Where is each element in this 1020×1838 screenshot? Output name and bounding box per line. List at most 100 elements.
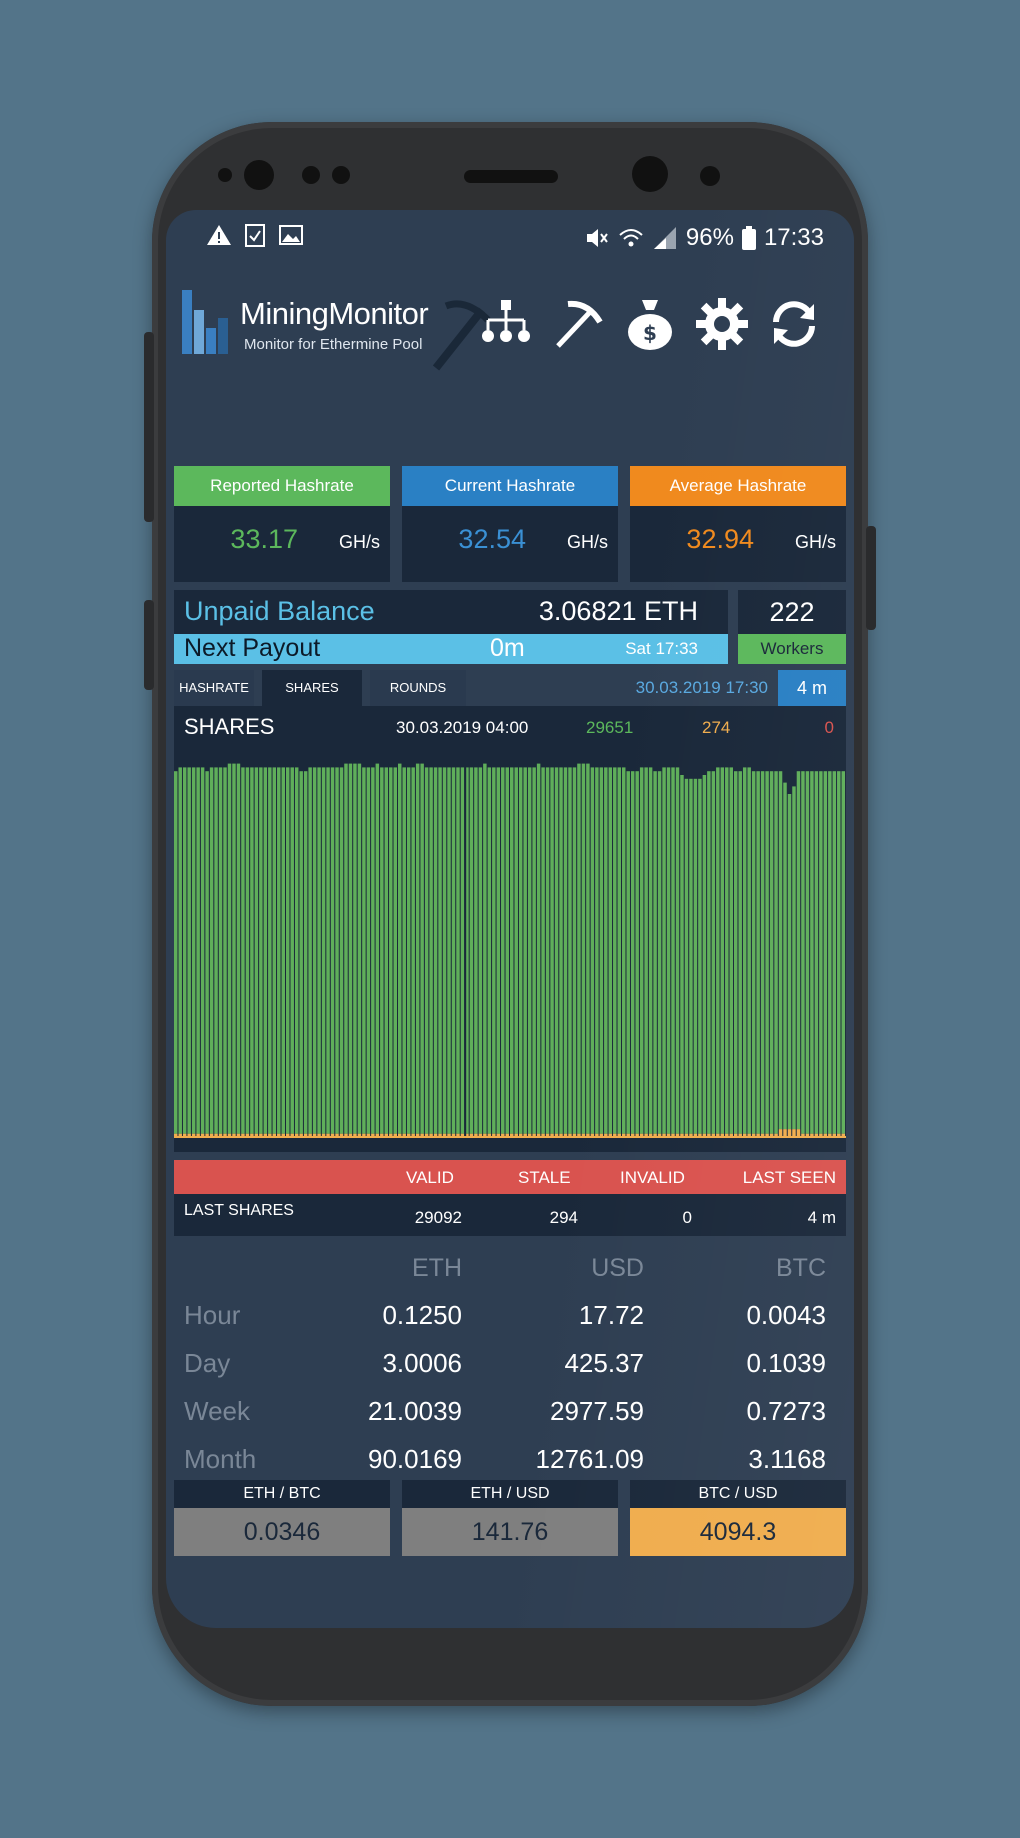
chart-updated-date: 30.03.2019 17:30 bbox=[635, 678, 768, 697]
earnings-usd: 17.72 bbox=[578, 1300, 644, 1330]
stale-share-bar bbox=[760, 1133, 765, 1136]
stale-share-bar bbox=[783, 1129, 787, 1136]
valid-share-bar bbox=[577, 763, 581, 1134]
valid-share-bar bbox=[424, 767, 429, 1134]
earnings-row-label: Week bbox=[184, 1396, 250, 1426]
reported-hashrate-label: Reported Hashrate bbox=[174, 466, 390, 506]
stale-share-bar bbox=[330, 1133, 335, 1136]
valid-share-bar bbox=[209, 767, 214, 1134]
earnings-row-label: Month bbox=[184, 1444, 257, 1474]
valid-share-bar bbox=[734, 771, 738, 1134]
valid-share-bar bbox=[742, 767, 747, 1134]
app-bar: MiningMonitor Monitor for Ethermine Pool… bbox=[166, 270, 854, 380]
valid-share-bar bbox=[532, 767, 536, 1134]
reported-hashrate-card: Reported Hashrate 33.17 GH/s bbox=[174, 466, 390, 582]
stale-share-bar bbox=[716, 1133, 720, 1136]
next-payout-label: Next Payout bbox=[184, 634, 321, 662]
stale-share-bar bbox=[792, 1129, 796, 1136]
money-bag-icon[interactable]: $ bbox=[622, 296, 678, 352]
settings-gear-icon[interactable] bbox=[694, 296, 750, 352]
balance-panel[interactable]: Unpaid Balance 3.06821 ETH Next Payout 0… bbox=[174, 590, 728, 664]
valid-share-bar bbox=[250, 767, 254, 1134]
rate-eth-usd-label: ETH / USD bbox=[402, 1480, 618, 1508]
stale-share-bar bbox=[290, 1133, 294, 1136]
stale-share-bar bbox=[398, 1133, 402, 1136]
shares-bar-chart[interactable] bbox=[174, 756, 846, 1152]
stale-share-bar bbox=[380, 1133, 384, 1136]
valid-share-bar bbox=[312, 767, 317, 1134]
stale-share-bar bbox=[223, 1133, 227, 1136]
valid-share-bar bbox=[693, 778, 698, 1134]
stale-share-bar bbox=[205, 1133, 209, 1136]
stale-share-bar bbox=[326, 1133, 330, 1136]
stale-share-bar bbox=[433, 1133, 438, 1136]
stale-share-bar bbox=[693, 1133, 698, 1136]
valid-share-bar bbox=[375, 763, 380, 1134]
earnings-eth: 0.1250 bbox=[382, 1300, 462, 1330]
stale-share-bar bbox=[505, 1133, 509, 1136]
valid-share-bar bbox=[254, 767, 259, 1134]
stale-share-bar bbox=[178, 1133, 182, 1136]
valid-share-bar bbox=[474, 767, 478, 1134]
valid-share-bar bbox=[828, 771, 832, 1134]
valid-share-bar bbox=[796, 771, 801, 1130]
stale-share-bar bbox=[182, 1133, 187, 1136]
stale-share-bar bbox=[411, 1133, 415, 1136]
stale-share-bar bbox=[335, 1133, 339, 1136]
earnings-btc: 0.1039 bbox=[746, 1348, 826, 1378]
stale-share-bar bbox=[348, 1133, 353, 1136]
tab-rounds[interactable]: ROUNDS bbox=[370, 670, 466, 706]
reported-hashrate-unit: GH/s bbox=[338, 532, 380, 552]
valid-share-bar bbox=[245, 767, 250, 1134]
workers-label: Workers bbox=[738, 634, 846, 664]
image-icon bbox=[279, 225, 303, 245]
rate-eth-usd-value: 141.76 bbox=[402, 1508, 618, 1556]
valid-share-bar bbox=[604, 767, 608, 1134]
valid-share-bar bbox=[648, 767, 653, 1134]
stale-share-bar bbox=[196, 1133, 200, 1136]
valid-share-bar bbox=[182, 767, 187, 1134]
tab-shares[interactable]: SHARES bbox=[262, 670, 362, 706]
valid-share-bar bbox=[326, 767, 330, 1134]
valid-share-bar bbox=[595, 767, 599, 1134]
average-hashrate-unit: GH/s bbox=[794, 532, 836, 552]
stale-share-bar bbox=[801, 1133, 805, 1136]
valid-share-bar bbox=[456, 767, 460, 1134]
stale-share-bar bbox=[487, 1133, 492, 1136]
battery-icon bbox=[741, 226, 756, 250]
stale-share-bar bbox=[478, 1133, 483, 1136]
stale-share-bar bbox=[420, 1133, 424, 1136]
chart-tabs: HASHRATE SHARES ROUNDS 30.03.2019 17:30 … bbox=[174, 670, 846, 706]
stale-share-bar bbox=[751, 1133, 756, 1136]
screen: 96% 17:33 MiningMonitor Monitor for Ethe… bbox=[166, 210, 854, 1628]
valid-share-bar bbox=[460, 767, 465, 1134]
workers-network-icon[interactable] bbox=[478, 296, 534, 352]
tab-hashrate[interactable]: HASHRATE bbox=[174, 670, 254, 706]
stale-share-bar bbox=[536, 1133, 541, 1136]
valid-share-bar bbox=[290, 767, 294, 1134]
refresh-icon[interactable] bbox=[766, 296, 822, 352]
valid-share-bar bbox=[272, 767, 277, 1134]
proximity-sensor bbox=[302, 166, 320, 184]
shares-chart[interactable]: SHARES 30.03.2019 04:00 29651 274 0 bbox=[174, 706, 846, 1152]
earnings-eth: 3.0006 bbox=[382, 1348, 462, 1378]
stale-share-bar bbox=[604, 1133, 608, 1136]
rate-eth-btc-value: 0.0346 bbox=[174, 1508, 390, 1556]
stale-share-bar bbox=[451, 1133, 456, 1136]
earnings-table: ETH USD BTC Hour 0.1250 17.72 0.0043 Day… bbox=[174, 1240, 846, 1480]
stale-share-bar bbox=[720, 1133, 725, 1136]
stale-share-bar bbox=[469, 1133, 474, 1136]
app-subtitle: Monitor for Ethermine Pool bbox=[244, 336, 423, 353]
valid-share-bar bbox=[317, 767, 321, 1134]
valid-share-bar bbox=[232, 763, 236, 1134]
pickaxe-icon[interactable] bbox=[550, 296, 606, 352]
valid-share-bar bbox=[671, 767, 675, 1134]
valid-share-bar bbox=[353, 763, 357, 1134]
stale-share-bar bbox=[756, 1133, 760, 1136]
valid-share-bar bbox=[402, 767, 406, 1134]
workers-panel[interactable]: 222 Workers bbox=[738, 590, 846, 664]
header-last-seen: LAST SEEN bbox=[742, 1168, 836, 1187]
stale-share-bar bbox=[366, 1133, 371, 1136]
valid-share-bar bbox=[527, 767, 532, 1134]
valid-share-bar bbox=[348, 763, 353, 1134]
